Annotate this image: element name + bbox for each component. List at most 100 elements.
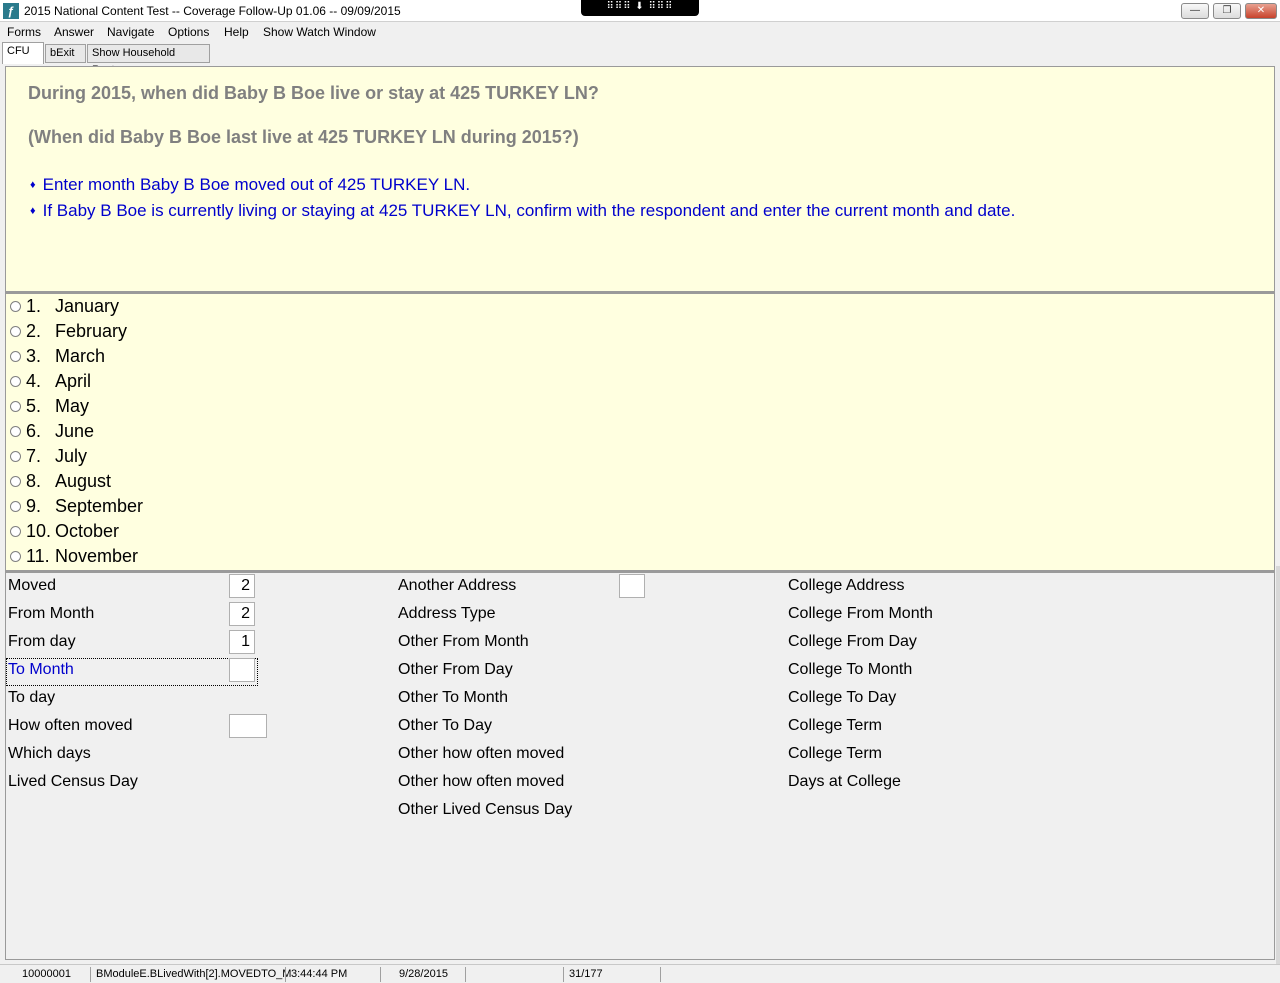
field-label-college-from-day: College From Day (788, 633, 917, 650)
answer-options-panel: 1. January 2. February 3. March 4. April 5. M… (5, 292, 1275, 571)
question-text: During 2015, when did Baby B Boe live or… (28, 83, 599, 103)
field-label-days-at-college: Days at College (788, 773, 901, 790)
field-label-moved: Moved (8, 577, 57, 594)
another-address-field[interactable] (619, 574, 645, 598)
scrollbar-edge[interactable] (1276, 566, 1280, 964)
option-label: July (55, 446, 88, 466)
option-number: 2. (26, 321, 42, 341)
tab-cfu[interactable]: CFU (2, 42, 44, 64)
option-label: October (55, 521, 120, 541)
title-bar: ƒ 2015 National Content Test -- Coverage… (0, 0, 1280, 22)
diamond-bullet-icon: ♦ (30, 205, 36, 217)
radio-button[interactable] (10, 501, 21, 512)
field-label-which-days: Which days (8, 745, 91, 762)
question-panel: During 2015, when did Baby B Boe live or… (5, 66, 1275, 292)
tab-show-household-roster[interactable]: Show Household Roster (87, 44, 210, 76)
status-date: 9/28/2015 (399, 968, 448, 980)
instruction-2: ♦ If Baby B Boe is currently living or st… (30, 201, 1015, 221)
menu-show-watch-window[interactable]: Show Watch Window (263, 25, 376, 39)
diamond-bullet-icon: ♦ (30, 179, 36, 191)
field-label-other-lived-census-day: Other Lived Census Day (398, 801, 573, 818)
option-number: 7. (26, 446, 42, 466)
status-bar: 10000001 BModuleE.BLivedWith[2].MOVEDTO_… (0, 964, 1280, 983)
radio-button[interactable] (10, 401, 21, 412)
app-logo-icon: ƒ (3, 3, 19, 19)
status-separator (380, 967, 381, 982)
radio-button[interactable] (10, 351, 21, 362)
field-label-address-type: Address Type (398, 605, 496, 622)
field-label-college-term: College Term (788, 717, 882, 734)
to-month-field[interactable] (229, 658, 255, 682)
from-day-field[interactable]: 1 (229, 630, 255, 654)
menu-answer[interactable]: Answer (54, 25, 94, 39)
field-label-college-term-2: College Term (788, 745, 882, 762)
option-number: 8. (26, 471, 42, 491)
field-label-college-from-month: College From Month (788, 605, 933, 622)
option-number: 11. (26, 546, 50, 566)
radio-button[interactable] (10, 551, 21, 562)
status-separator (563, 967, 564, 982)
status-field-path: BModuleE.BLivedWith[2].MOVEDTO_M (96, 968, 292, 980)
menu-help[interactable]: Help (224, 25, 249, 39)
option-label: January (55, 296, 120, 316)
field-label-to-month: To Month (8, 661, 74, 678)
field-label-to-day: To day (8, 689, 56, 706)
menu-options[interactable]: Options (168, 25, 209, 39)
option-label: May (55, 396, 90, 416)
option-number: 6. (26, 421, 42, 441)
status-case-id: 10000001 (22, 968, 71, 980)
field-label-how-often-moved: How often moved (8, 717, 133, 734)
status-separator (660, 967, 661, 982)
field-label-from-month: From Month (8, 605, 95, 622)
option-number: 10. (26, 521, 52, 541)
radio-button[interactable] (10, 476, 21, 487)
radio-button[interactable] (10, 451, 21, 462)
remote-session-bar[interactable]: ⠿⠿⠿ ⬇ ⠿⠿⠿ (581, 0, 699, 16)
tab-bexit[interactable]: bExit (45, 44, 86, 63)
field-label-another-address: Another Address (398, 577, 517, 594)
close-button[interactable]: ✕ (1245, 3, 1277, 19)
instruction-text: Enter month Baby B Boe moved out of 425 … (42, 175, 471, 194)
field-label-from-day: From day (8, 633, 76, 650)
option-number: 3. (26, 346, 42, 366)
option-label: August (55, 471, 112, 491)
field-label-other-to-month: Other To Month (398, 689, 508, 706)
field-label-other-how-often-moved-2: Other how often moved (398, 773, 565, 790)
field-summary-panel: Moved 2 From Month 2 From day 1 To Month… (5, 571, 1275, 960)
moved-field[interactable]: 2 (229, 574, 255, 598)
option-label: June (55, 421, 95, 441)
field-label-college-to-day: College To Day (788, 689, 897, 706)
field-label-other-how-often-moved: Other how often moved (398, 745, 565, 762)
radio-button[interactable] (10, 526, 21, 537)
how-often-moved-field[interactable] (229, 714, 267, 738)
field-label-other-to-day: Other To Day (398, 717, 492, 734)
field-label-lived-census-day: Lived Census Day (8, 773, 138, 790)
option-label: March (55, 346, 106, 366)
option-number: 4. (26, 371, 42, 391)
instruction-1: ♦ Enter month Baby B Boe moved out of 425… (30, 175, 470, 195)
radio-button[interactable] (10, 426, 21, 437)
option-label: April (55, 371, 92, 391)
field-label-other-from-day: Other From Day (398, 661, 513, 678)
restore-button[interactable]: ❐ (1213, 3, 1241, 19)
option-label: February (55, 321, 128, 341)
field-label-college-to-month: College To Month (788, 661, 913, 678)
menu-bar: Forms Answer Navigate Options Help Show … (0, 22, 1280, 42)
tab-bar: CFU bExit Show Household Roster (0, 42, 1280, 76)
status-separator (90, 967, 91, 982)
field-label-other-from-month: Other From Month (398, 633, 529, 650)
radio-button[interactable] (10, 326, 21, 337)
status-separator (285, 967, 286, 982)
minimize-button[interactable]: — (1181, 3, 1209, 19)
menu-forms[interactable]: Forms (7, 25, 41, 39)
status-page-count: 31/177 (569, 968, 603, 980)
from-month-field[interactable]: 2 (229, 602, 255, 626)
radio-button[interactable] (10, 301, 21, 312)
radio-button[interactable] (10, 376, 21, 387)
option-label: November (55, 546, 139, 566)
option-number: 5. (26, 396, 42, 416)
status-time: 3:44:44 PM (291, 968, 348, 980)
option-label: September (55, 496, 144, 516)
menu-navigate[interactable]: Navigate (107, 25, 154, 39)
status-separator (465, 967, 466, 982)
